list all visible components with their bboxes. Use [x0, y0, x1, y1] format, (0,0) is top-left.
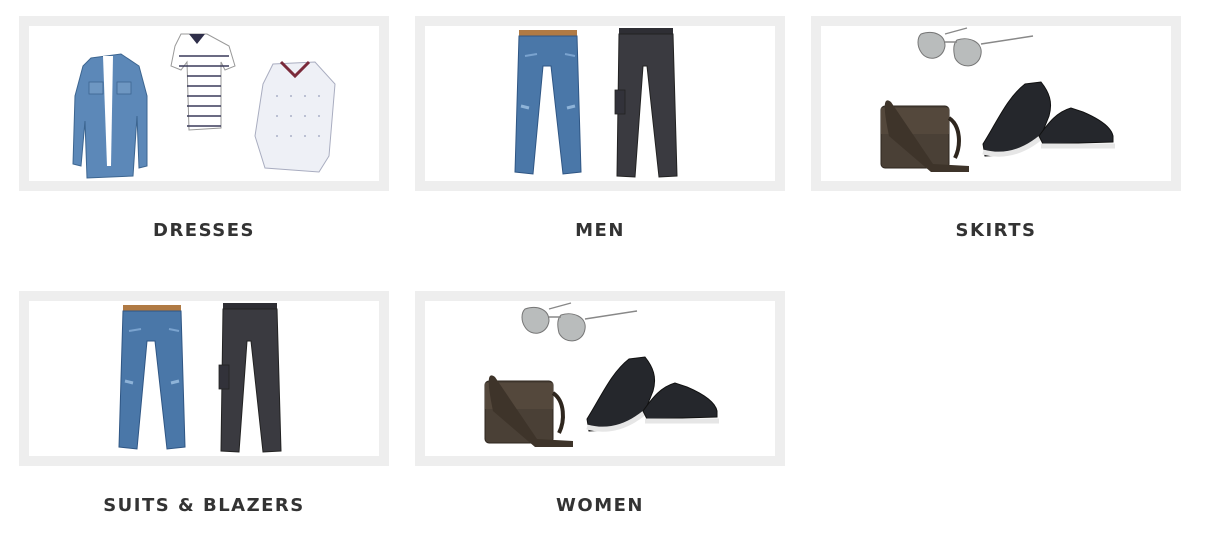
messenger-bag-icon	[484, 375, 573, 447]
category-label[interactable]: DRESSES	[19, 220, 389, 241]
trousers-image	[514, 28, 678, 178]
shoes-icon	[982, 81, 1115, 157]
sunglasses-icon	[521, 302, 638, 342]
shirts-image	[72, 33, 336, 179]
category-label[interactable]: MEN	[415, 220, 785, 241]
category-label[interactable]: SKIRTS	[811, 220, 1181, 241]
trousers-icon	[614, 28, 678, 178]
trousers-icon	[218, 303, 282, 453]
shoes-icon	[586, 356, 719, 432]
category-image-frame[interactable]	[19, 291, 389, 466]
dress-shirt-icon	[254, 60, 336, 173]
striped-polo-icon	[170, 33, 236, 131]
category-label[interactable]: WOMEN	[415, 495, 785, 516]
denim-jacket-icon	[72, 53, 148, 179]
sunglasses-icon	[917, 27, 1034, 67]
messenger-bag-icon	[880, 100, 969, 172]
accessories-image	[880, 27, 1115, 172]
jeans-icon	[514, 30, 582, 175]
category-label[interactable]: SUITS & BLAZERS	[19, 495, 389, 516]
category-image-frame[interactable]	[19, 16, 389, 191]
category-image-frame[interactable]	[415, 291, 785, 466]
category-image-frame[interactable]	[415, 16, 785, 191]
accessories-image	[484, 302, 719, 447]
category-image-frame[interactable]	[811, 16, 1181, 191]
trousers-image	[118, 303, 282, 453]
jeans-icon	[118, 305, 186, 450]
